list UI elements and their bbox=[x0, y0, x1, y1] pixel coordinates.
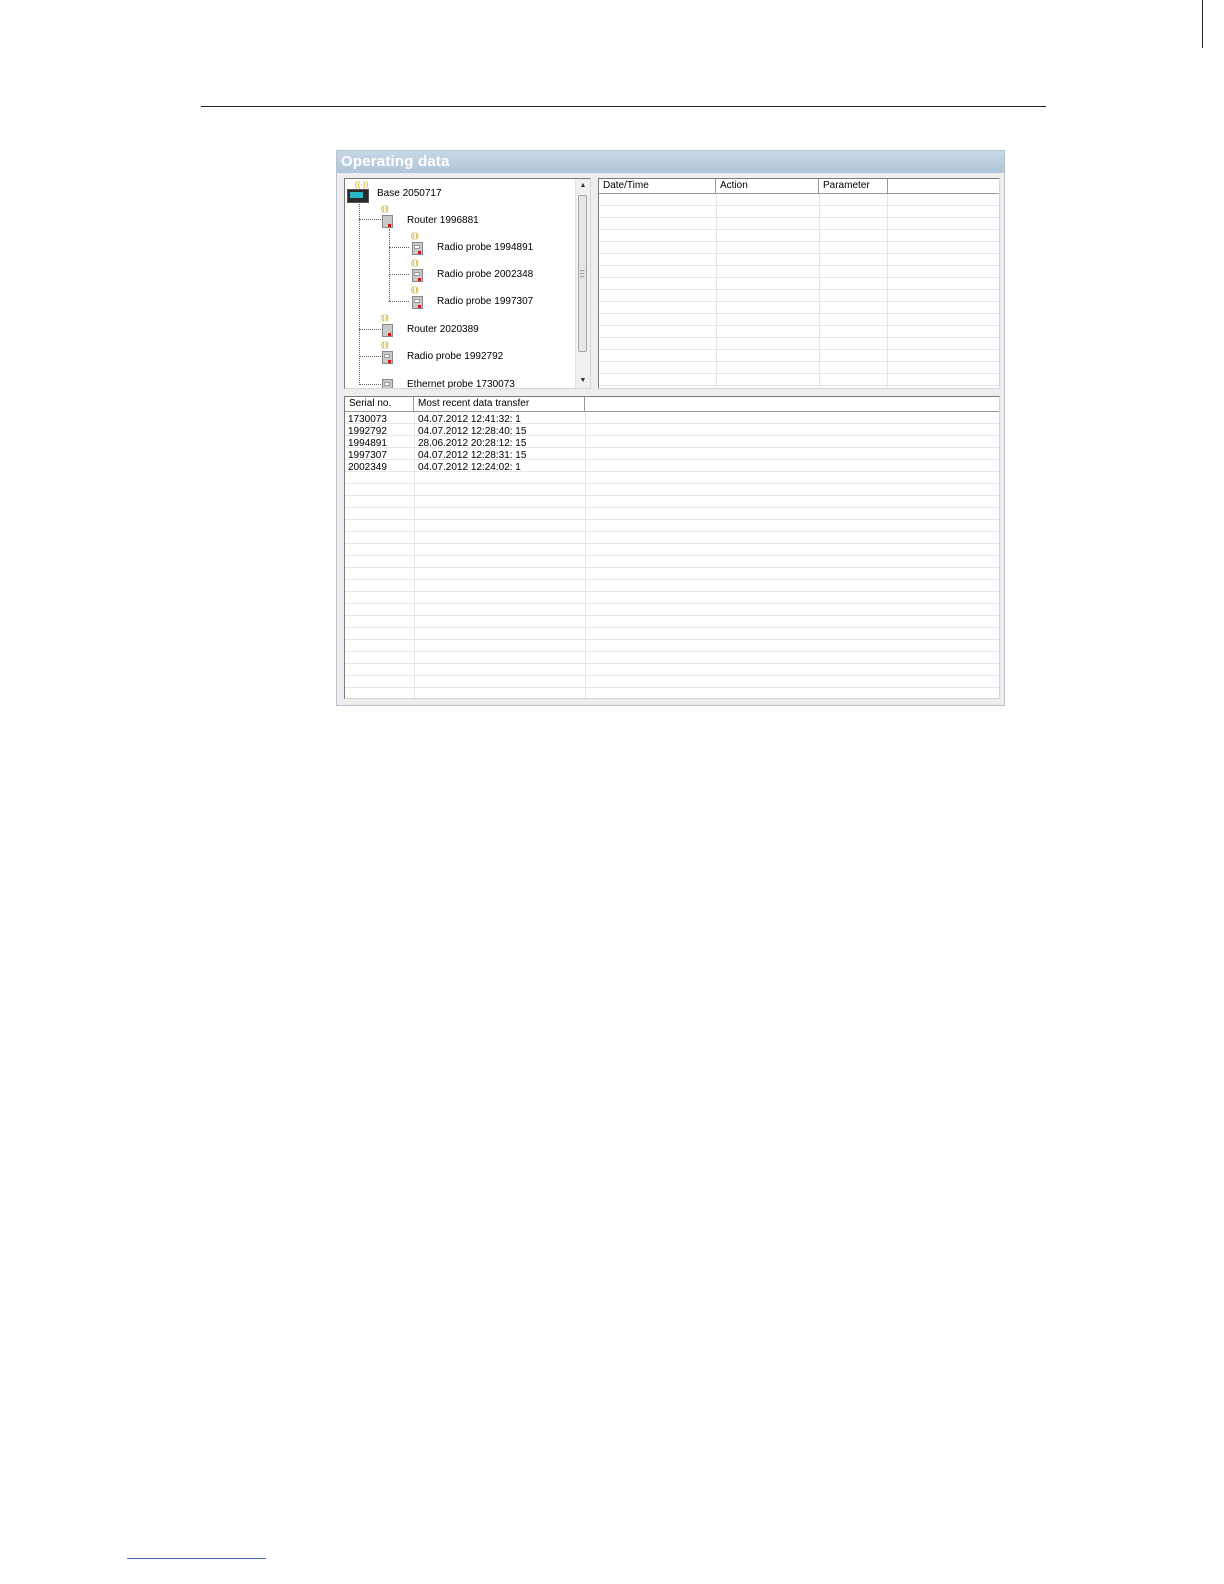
ethernet-probe-icon bbox=[381, 374, 395, 388]
operating-data-window: Operating data ((·)) Base 2050717 ((·)) … bbox=[336, 150, 1005, 706]
transfer-cell: 04.07.2012 12:24:02: 1 bbox=[418, 462, 521, 473]
table-row[interactable] bbox=[599, 242, 999, 254]
table-row[interactable] bbox=[599, 218, 999, 230]
table-row[interactable] bbox=[345, 484, 999, 496]
page-side-rule bbox=[1202, 0, 1203, 48]
tree-item-radio-probe[interactable]: ((·)) Radio probe 2002348 bbox=[411, 260, 541, 284]
table-row[interactable] bbox=[345, 688, 999, 698]
column-header-serial[interactable]: Serial no. bbox=[345, 397, 414, 411]
table-row[interactable] bbox=[599, 194, 999, 206]
column-header-parameter[interactable]: Parameter bbox=[819, 179, 888, 193]
tree-connector bbox=[359, 329, 381, 330]
tree-connector bbox=[359, 356, 381, 357]
table-row[interactable] bbox=[345, 496, 999, 508]
tree-connector bbox=[389, 301, 409, 302]
table-row[interactable] bbox=[599, 314, 999, 326]
scroll-thumb[interactable]: – – – bbox=[578, 195, 587, 352]
table-row[interactable] bbox=[345, 664, 999, 676]
table-row[interactable] bbox=[599, 326, 999, 338]
column-header-datetime[interactable]: Date/Time bbox=[599, 179, 716, 193]
table-row[interactable] bbox=[345, 604, 999, 616]
table-row[interactable] bbox=[345, 676, 999, 688]
tree-item-label: Radio probe 1992792 bbox=[407, 351, 504, 362]
scroll-up-icon[interactable]: ▲ bbox=[576, 179, 590, 193]
table-row[interactable] bbox=[599, 386, 999, 388]
table-row[interactable] bbox=[345, 640, 999, 652]
transfer-cell: 04.07.2012 12:28:31: 15 bbox=[418, 450, 527, 461]
tree-connector bbox=[389, 229, 390, 301]
radio-probe-icon: ((·)) bbox=[411, 260, 425, 282]
radio-probe-icon: ((·)) bbox=[411, 233, 425, 255]
table-row[interactable] bbox=[599, 302, 999, 314]
tree-item-label: Router 1996881 bbox=[407, 215, 479, 226]
table-row[interactable] bbox=[345, 520, 999, 532]
tree-scrollbar[interactable]: ▲ – – – ▼ bbox=[575, 179, 590, 388]
serial-cell: 1730073 bbox=[348, 414, 387, 425]
table-row[interactable] bbox=[599, 266, 999, 278]
table-row[interactable] bbox=[599, 338, 999, 350]
serial-cell: 1997307 bbox=[348, 450, 387, 461]
page-footer-link-underline bbox=[127, 1558, 266, 1559]
tree-item-router[interactable]: ((·)) Router 2020389 bbox=[381, 315, 501, 339]
device-tree[interactable]: ((·)) Base 2050717 ((·)) Router 1996881 … bbox=[344, 178, 591, 389]
table-row[interactable] bbox=[345, 652, 999, 664]
grip-icon: – – – bbox=[580, 266, 585, 281]
table-row[interactable] bbox=[345, 508, 999, 520]
scroll-down-icon[interactable]: ▼ bbox=[576, 374, 590, 388]
serial-cell: 1994891 bbox=[348, 438, 387, 449]
tree-item-radio-probe[interactable]: ((·)) Radio probe 1997307 bbox=[411, 287, 541, 311]
tree-connector bbox=[359, 219, 381, 220]
router-icon: ((·)) bbox=[381, 315, 395, 337]
column-header-action[interactable]: Action bbox=[716, 179, 819, 193]
page-header-rule bbox=[201, 106, 1046, 107]
data-transfer-table[interactable]: Serial no. Most recent data transfer 173… bbox=[344, 396, 1000, 699]
transfer-cell: 04.07.2012 12:28:40: 15 bbox=[418, 426, 527, 437]
table-row[interactable] bbox=[599, 254, 999, 266]
tree-item-ethernet-probe[interactable]: Ethernet probe 1730073 bbox=[381, 374, 521, 389]
table-row[interactable] bbox=[345, 628, 999, 640]
table-row[interactable] bbox=[345, 592, 999, 604]
window-title: Operating data bbox=[337, 151, 1004, 173]
table-row[interactable] bbox=[345, 544, 999, 556]
transfer-cell: 28.06.2012 20:28:12: 15 bbox=[418, 438, 527, 449]
router-icon: ((·)) bbox=[381, 206, 395, 228]
tree-connector bbox=[359, 384, 381, 385]
table-row[interactable] bbox=[345, 580, 999, 592]
tree-item-label: Router 2020389 bbox=[407, 324, 479, 335]
table-header: Serial no. Most recent data transfer bbox=[345, 397, 999, 412]
radio-probe-icon: ((·)) bbox=[381, 342, 395, 364]
tree-item-label: Radio probe 1997307 bbox=[437, 296, 534, 307]
tree-item-label: Ethernet probe 1730073 bbox=[407, 379, 515, 389]
tree-item-label: Radio probe 1994891 bbox=[437, 242, 534, 253]
table-row[interactable] bbox=[345, 532, 999, 544]
table-body bbox=[599, 194, 999, 388]
serial-cell: 1992792 bbox=[348, 426, 387, 437]
tree-connector bbox=[359, 199, 360, 385]
table-row[interactable] bbox=[345, 568, 999, 580]
table-row[interactable] bbox=[599, 350, 999, 362]
tree-item-radio-probe[interactable]: ((·)) Radio probe 1992792 bbox=[381, 342, 511, 366]
table-row[interactable] bbox=[345, 556, 999, 568]
table-row[interactable] bbox=[599, 278, 999, 290]
table-row[interactable] bbox=[599, 362, 999, 374]
base-station-icon: ((·)) bbox=[347, 180, 369, 203]
table-row[interactable] bbox=[599, 206, 999, 218]
table-row[interactable] bbox=[345, 616, 999, 628]
tree-connector bbox=[389, 274, 409, 275]
tree-item-base[interactable]: ((·)) Base 2050717 bbox=[347, 180, 467, 203]
tree-item-label: Base 2050717 bbox=[377, 188, 442, 199]
tree-item-label: Radio probe 2002348 bbox=[437, 269, 534, 280]
column-header-transfer[interactable]: Most recent data transfer bbox=[414, 397, 585, 411]
table-header: Date/Time Action Parameter bbox=[599, 179, 999, 194]
tree-connector bbox=[389, 247, 409, 248]
table-row[interactable] bbox=[599, 290, 999, 302]
tree-item-radio-probe[interactable]: ((·)) Radio probe 1994891 bbox=[411, 233, 541, 257]
action-log-table[interactable]: Date/Time Action Parameter bbox=[598, 178, 1000, 389]
radio-probe-icon: ((·)) bbox=[411, 287, 425, 309]
table-row[interactable] bbox=[599, 230, 999, 242]
serial-cell: 2002349 bbox=[348, 462, 387, 473]
tree-item-router[interactable]: ((·)) Router 1996881 bbox=[381, 206, 501, 230]
table-row[interactable] bbox=[599, 374, 999, 386]
transfer-cell: 04.07.2012 12:41:32: 1 bbox=[418, 414, 521, 425]
